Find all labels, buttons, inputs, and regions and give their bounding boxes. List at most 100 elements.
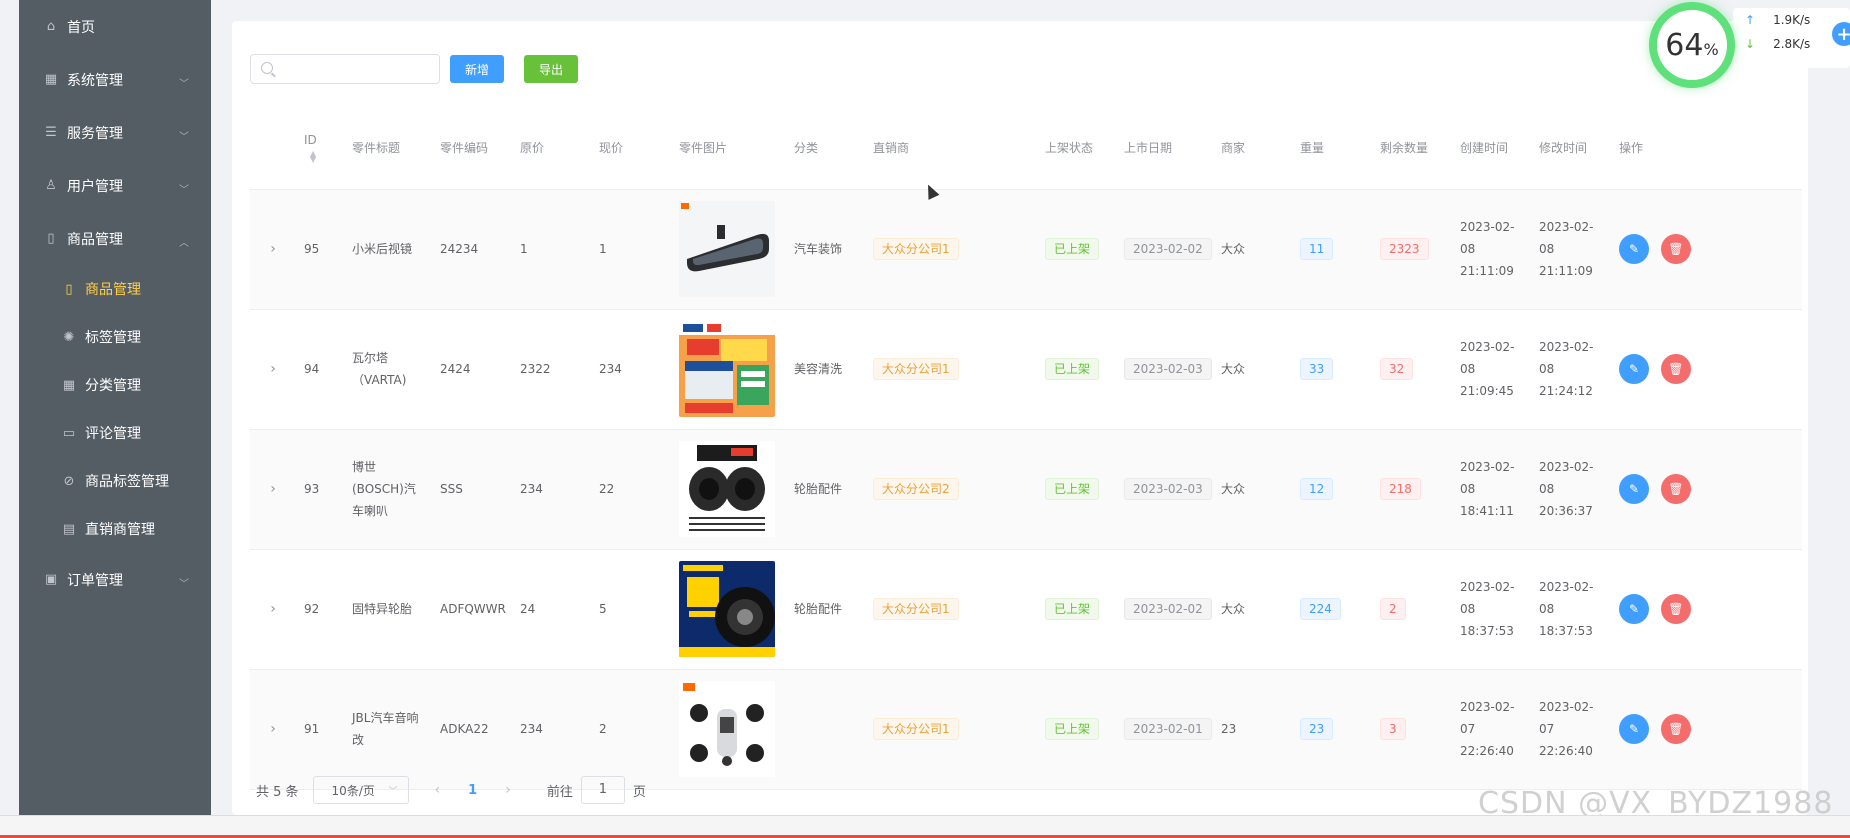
product-image[interactable] [679,201,775,297]
submenu-tag[interactable]: ✺ 标签管理 [19,313,211,361]
header-dealer: 直销商 [865,107,1037,190]
cell-image [671,669,786,790]
stock-tag: 218 [1380,478,1421,500]
weight-tag: 11 [1300,238,1334,260]
edit-icon: ✎ [1628,482,1640,496]
prev-page-icon[interactable]: ‹ [435,782,441,798]
expand-icon[interactable]: › [250,669,296,790]
page-size-select[interactable]: 10条/页 ﹀ [312,776,409,804]
cell-code: 2424 [432,309,512,430]
menu-product[interactable]: ▯ 商品管理 ︿ [19,212,211,265]
cell-image [671,429,786,550]
edit-icon: ✎ [1628,242,1640,256]
header-price: 现价 [591,107,671,190]
cell-date: 2023-02-02 [1116,549,1213,670]
search-input[interactable] [251,55,439,83]
expand-icon[interactable]: › [250,189,296,310]
product-image[interactable] [679,321,775,417]
cell-id: 94 [296,309,344,430]
delete-button[interactable]: 🗑 [1660,354,1691,384]
cell-image [671,549,786,670]
next-page-icon[interactable]: › [505,782,511,798]
header-date: 上市日期 [1116,107,1213,190]
header-expand [250,107,296,190]
dealer-tag: 大众分公司1 [873,718,959,740]
submenu-product-tag[interactable]: ⊘ 商品标签管理 [19,457,211,505]
submenu-comment[interactable]: ▭ 评论管理 [19,409,211,457]
goto-input[interactable]: 1 [580,776,625,804]
stock-tag: 3 [1380,718,1406,740]
table-header: ID ▲ ▼ 零件标题 零件编码 原价 现价 零件图片 分类 直销商 上架状态 上市… [250,107,1802,190]
cell-orig-price: 234 [512,429,591,550]
cell-status: 已上架 [1037,669,1116,790]
product-image[interactable] [679,681,775,777]
delete-button[interactable]: 🗑 [1660,474,1691,504]
cell-merchant: 大众 [1213,429,1292,550]
weight-tag: 12 [1300,478,1334,500]
edit-button[interactable]: ✎ [1619,354,1649,384]
cell-image [671,309,786,430]
cell-modified: 2023-02-07 22:26:40 [1531,669,1611,790]
cell-created: 2023-02-07 22:26:40 [1452,669,1531,790]
delete-button[interactable]: 🗑 [1660,714,1691,744]
usage-percent: 64% [1665,28,1718,63]
export-button[interactable]: 导出 [524,55,579,83]
cell-price: 2 [591,669,671,790]
sort-icon[interactable]: ▲ ▼ [304,149,336,163]
cell-image [671,189,786,310]
menu-system[interactable]: ▦ 系统管理 ﹀ [19,53,211,106]
menu-home[interactable]: ⌂ 首页 [19,0,211,53]
cell-price: 234 [591,309,671,430]
add-button[interactable]: 新增 [450,55,505,83]
menu-service[interactable]: ☰ 服务管理 ﹀ [19,106,211,159]
expand-icon[interactable]: › [250,309,296,430]
edit-button[interactable]: ✎ [1619,594,1649,624]
cell-weight: 33 [1292,309,1372,430]
office-icon: ▤ [62,521,76,537]
loading-icon: ✺ [63,329,75,345]
header-merchant: 商家 [1213,107,1292,190]
menu-order[interactable]: ▣ 订单管理 ﹀ [19,553,211,606]
usage-ring[interactable]: 64% [1649,2,1735,88]
submenu-product[interactable]: ▯ 商品管理 [19,265,211,313]
delete-button[interactable]: 🗑 [1660,594,1691,624]
submenu-dealer[interactable]: ▤ 直销商管理 [19,505,211,553]
header-id[interactable]: ID ▲ ▼ [296,107,344,190]
comment-icon: ▭ [62,425,76,441]
submenu-category[interactable]: ▦ 分类管理 [19,361,211,409]
product-image[interactable] [679,441,775,537]
home-icon: ⌂ [46,19,56,34]
cell-dealer: 大众分公司1 [865,669,1037,790]
cell-stock: 32 [1372,309,1452,430]
cell-stock: 2323 [1372,189,1452,310]
page-number[interactable]: 1 [468,783,477,798]
table-row: › 91 JBL汽车音响改 ADKA22 234 2 大众分公司1 已上架 20… [250,669,1802,790]
menu-order-label: 订单管理 [67,572,123,589]
header-actions: 操作 [1611,107,1802,190]
edit-button[interactable]: ✎ [1619,714,1649,744]
cell-actions: ✎ 🗑 [1611,549,1802,670]
plus-icon[interactable]: + [1832,22,1850,46]
edit-button[interactable]: ✎ [1619,234,1649,264]
menu-user[interactable]: ♙ 用户管理 ﹀ [19,159,211,212]
cell-date: 2023-02-03 [1116,429,1213,550]
cell-weight: 23 [1292,669,1372,790]
expand-icon[interactable]: › [250,549,296,670]
edit-icon: ✎ [1628,362,1640,376]
edit-button[interactable]: ✎ [1619,474,1649,504]
product-image[interactable] [679,561,775,657]
cell-modified: 2023-02-08 20:36:37 [1531,429,1611,550]
submenu-comment-label: 评论管理 [85,426,141,442]
dealer-tag: 大众分公司1 [873,238,959,260]
expand-icon[interactable]: › [250,429,296,550]
cell-actions: ✎ 🗑 [1611,309,1802,430]
chevron-down-icon: ﹀ [179,184,189,196]
menu-icon: ▦ [62,377,76,393]
cell-category: 美容清洗 [786,309,865,430]
cell-title: 瓦尔塔（VARTA) [344,309,432,430]
user-icon: ♙ [45,178,57,193]
delete-button[interactable]: 🗑 [1660,234,1691,264]
cell-actions: ✎ 🗑 [1611,669,1802,790]
date-tag: 2023-02-01 [1124,718,1212,740]
cell-price: 22 [591,429,671,550]
